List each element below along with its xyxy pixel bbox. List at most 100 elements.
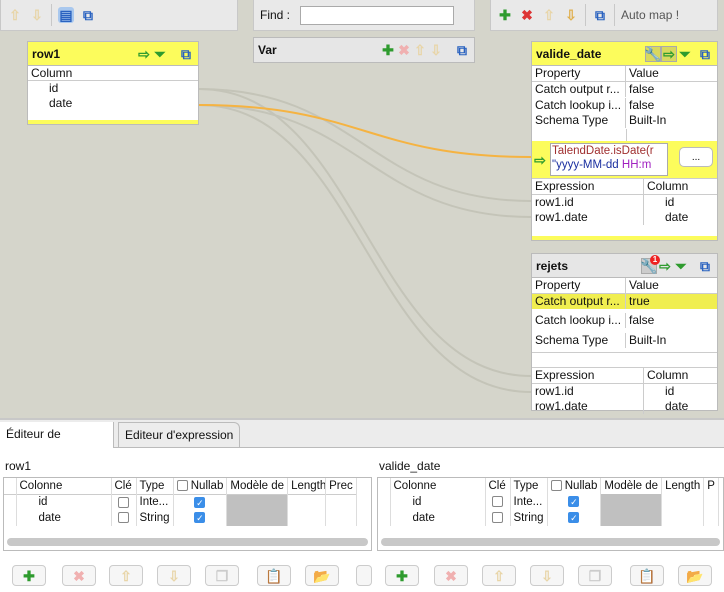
move-up-button[interactable]: ⇧ (109, 565, 143, 586)
right-schema-title: valide_date (379, 459, 441, 473)
colonne-cell[interactable]: date (390, 510, 486, 526)
copy-button[interactable]: ❐ (578, 565, 612, 586)
move-up-icon: ⇧ (120, 567, 132, 584)
schema-row[interactable]: id Inte... ✓ (378, 494, 719, 526)
paste-button[interactable]: 📋 (630, 565, 664, 586)
move-down-button[interactable]: ⇩ (157, 565, 191, 586)
delete-row-button[interactable]: ✖ (434, 565, 468, 586)
schema-row[interactable]: date String ✓ (4, 510, 357, 526)
import-button[interactable]: 📂 (305, 565, 339, 586)
add-row-button[interactable]: ✚ (385, 565, 419, 586)
add-filter-icon[interactable]: ⇨ (661, 45, 677, 62)
delete-icon[interactable]: ✖ (396, 42, 412, 58)
add-filter-icon[interactable]: ⇨ (136, 46, 152, 62)
minimize-icon[interactable]: ⧉ (697, 46, 713, 62)
prop-value[interactable]: false (626, 313, 717, 328)
colonne-cell[interactable]: id (16, 494, 112, 510)
col-header[interactable]: Nullab (191, 480, 224, 492)
type-cell[interactable]: String (510, 510, 548, 526)
move-down-button[interactable]: ⇩ (530, 565, 564, 586)
import-button[interactable]: 📂 (678, 565, 712, 586)
colonne-cell[interactable]: date (16, 510, 112, 526)
prop-value[interactable]: Built-In (626, 113, 717, 128)
col-header[interactable]: Length (661, 478, 705, 494)
move-down-icon[interactable]: ⇩ (428, 42, 444, 58)
copy-icon: ❐ (588, 567, 602, 584)
expression-cell[interactable]: row1.date (532, 399, 644, 414)
horizontal-scrollbar[interactable] (381, 538, 720, 546)
type-cell[interactable]: String (136, 510, 174, 526)
column-date[interactable]: date (28, 96, 198, 111)
minimize-icon[interactable]: ⧉ (178, 46, 194, 62)
tab-expression-editor[interactable]: Editeur d'expression (118, 422, 241, 447)
col-header[interactable]: Length (287, 478, 327, 494)
nullable-checkbox[interactable]: ✓ (568, 512, 580, 524)
property-header: Property Value (532, 278, 717, 294)
column-header: Column (28, 66, 198, 81)
value-col: Value (629, 278, 659, 292)
horizontal-scrollbar[interactable] (7, 538, 368, 546)
left-schema-title: row1 (5, 459, 32, 473)
nullable-all-checkbox[interactable] (550, 480, 562, 492)
prop-value[interactable]: Built-In (626, 333, 717, 348)
prop-value[interactable]: false (626, 98, 717, 113)
copy-button[interactable]: ❐ (205, 565, 239, 586)
col-header[interactable]: Modèle de (226, 478, 289, 494)
property-col: Property (532, 66, 626, 81)
type-cell[interactable]: Inte... (136, 494, 174, 510)
col-header[interactable]: Prec (325, 478, 357, 494)
schema-row[interactable]: date String ✓ (378, 510, 719, 526)
schema-row[interactable]: id Inte... ✓ (4, 494, 357, 526)
key-checkbox[interactable] (118, 496, 129, 508)
type-cell[interactable]: Inte... (510, 494, 548, 510)
paste-icon: 📋 (638, 567, 656, 584)
nullable-all-checkbox[interactable] (176, 480, 188, 492)
delete-row-button[interactable]: ✖ (62, 565, 96, 586)
filter-expression-input[interactable]: TalendDate.isDate(r "yyyy-MM-dd HH:m (550, 143, 668, 176)
add-row-button[interactable]: ✚ (12, 565, 46, 586)
col-header[interactable]: Type (510, 478, 548, 494)
filter-icon[interactable]: ⏷ (673, 258, 689, 274)
key-checkbox[interactable] (118, 512, 129, 524)
col-header[interactable]: Type (136, 478, 174, 494)
property-col: Property (532, 278, 626, 293)
key-checkbox[interactable] (492, 496, 503, 508)
nullable-checkbox[interactable]: ✓ (194, 512, 206, 524)
colonne-cell[interactable]: id (390, 494, 486, 510)
add-icon[interactable]: ✚ (380, 42, 396, 58)
move-up-button[interactable]: ⇧ (482, 565, 516, 586)
filter-string: HH:m (621, 159, 652, 171)
column-col: Column (647, 368, 689, 382)
minimize-icon[interactable]: ⧉ (697, 258, 713, 274)
col-header[interactable]: Nullab (565, 480, 598, 492)
col-header[interactable]: P (703, 478, 719, 494)
move-up-icon[interactable]: ⇧ (412, 42, 428, 58)
nullable-checkbox[interactable]: ✓ (568, 496, 580, 508)
prop-name: Catch lookup i... (532, 313, 626, 329)
col-header[interactable]: Colonne (390, 478, 486, 494)
col-header[interactable]: Clé (485, 478, 511, 494)
paste-button[interactable]: 📋 (257, 565, 291, 586)
delete-icon: ✖ (73, 567, 85, 584)
key-checkbox[interactable] (492, 512, 503, 524)
column-id[interactable]: id (28, 81, 198, 96)
valide-date-footer (532, 236, 717, 240)
export-button[interactable] (356, 565, 372, 586)
col-header[interactable]: Modèle de (600, 478, 663, 494)
expression-cell[interactable]: row1.id (532, 195, 644, 210)
expression-cell[interactable]: row1.id (532, 384, 644, 399)
expression-builder-button[interactable]: ... (679, 147, 713, 167)
filter-icon[interactable]: ⏷ (152, 46, 168, 62)
settings-wrench-icon[interactable]: 🔧 1 (640, 254, 660, 274)
col-header[interactable]: Colonne (16, 478, 112, 494)
add-icon: ✚ (396, 567, 408, 584)
nullable-checkbox[interactable]: ✓ (194, 496, 206, 508)
col-header[interactable]: Clé (111, 478, 137, 494)
prop-value[interactable]: false (626, 82, 717, 97)
minimize-icon[interactable]: ⧉ (454, 42, 470, 58)
expression-cell[interactable]: row1.date (532, 210, 644, 225)
settings-wrench-icon[interactable]: 🔧 (644, 45, 662, 62)
filter-icon[interactable]: ⏷ (677, 46, 693, 62)
tab-schema-editor[interactable]: Éditeur de Schéma (0, 422, 114, 466)
prop-value[interactable]: true (626, 294, 717, 309)
